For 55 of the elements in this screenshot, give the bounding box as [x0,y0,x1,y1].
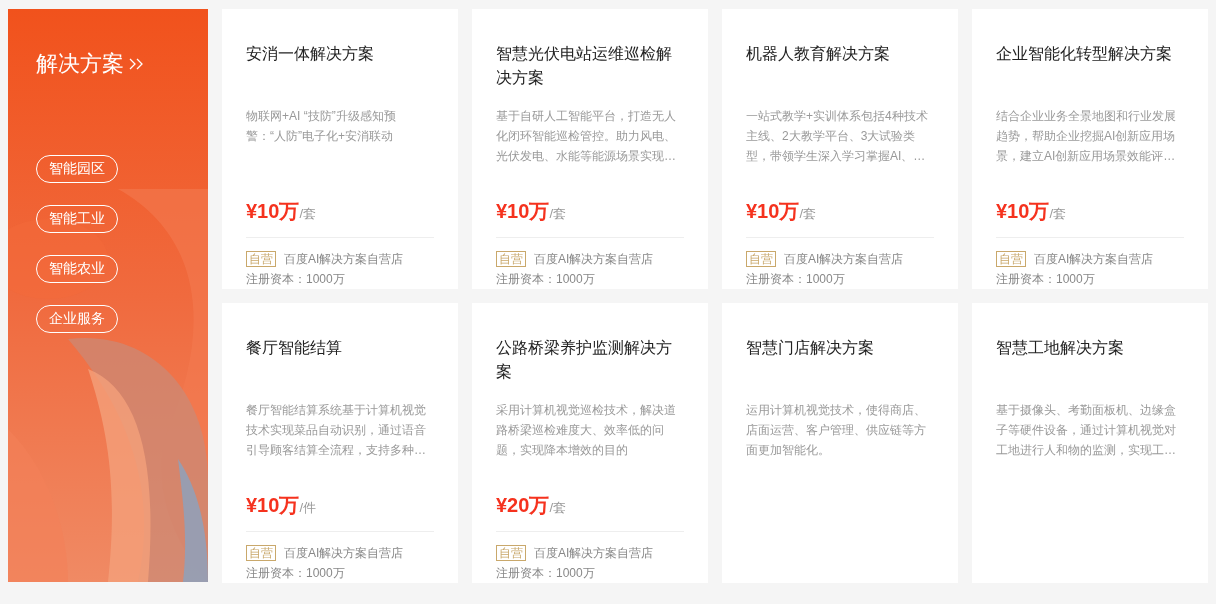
price-unit: /套 [549,500,566,517]
shop-name: 百度AI解决方案自营店 [1034,251,1154,268]
price: ¥10万 [996,199,1050,224]
self-operated-badge: 自营 [496,251,526,267]
card-title: 餐厅智能结算 [246,338,343,358]
self-operated-badge: 自营 [246,545,276,561]
card-description: 基于摄像头、考勤面板机、边缘盒子等硬件设备，通过计算机视觉对工地进行人和物的监测，实现工… [996,402,1177,459]
card-title: 机器人教育解决方案 [746,44,891,64]
price-unit: /套 [799,206,816,223]
price: ¥10万 [496,199,550,224]
chevron-icon [128,58,144,70]
price: ¥10万 [246,199,300,224]
solution-card[interactable]: 智慧门店解决方案 运用计算机视觉技术，使得商店、店面运营、客户管理、供应链等方面更加智能化。 [722,303,958,583]
price: ¥10万 [246,493,300,518]
solution-card[interactable]: 餐厅智能结算 餐厅智能结算系统基于计算机视觉技术实现菜品自动识别，通过语音引导顾客结算全流程，支持多种… ¥10万/件 自营 百度AI解决方案自营店 注册资本：1000万 [222,303,458,583]
self-operated-badge: 自营 [996,251,1026,267]
card-title: 企业智能化转型解决方案 [996,44,1173,64]
card-title: 安消一体解决方案 [246,44,375,64]
registered-capital: 注册资本：1000万 [246,271,346,288]
price-unit: /套 [549,206,566,223]
card-description: 餐厅智能结算系统基于计算机视觉技术实现菜品自动识别，通过语音引导顾客结算全流程，支持多种… [246,402,427,459]
registered-capital: 注册资本：1000万 [996,271,1096,288]
self-operated-badge: 自营 [246,251,276,267]
card-description: 一站式教学+实训体系包括4种技术主线、2大教学平台、3大试验类型，带领学生深入学习掌握AI、… [746,108,929,165]
solution-card[interactable]: 公路桥梁养护监测解决方案 采用计算机视觉巡检技术，解决道路桥梁巡检难度大、效率低的问题，实现降本增效的目的 ¥20万/套 自营 百度AI解决方案自营店 注册资本：1000万 [472,303,708,583]
card-title: 智慧工地解决方案 [996,338,1125,358]
card-description: 物联网+AI “技防”升级感知预警：“人防”电子化+安消联动 [246,108,397,145]
self-operated-badge: 自营 [496,545,526,561]
solution-card[interactable]: 企业智能化转型解决方案 结合企业业务全景地图和行业发展趋势，帮助企业挖掘AI创新应用场景，建立AI创新应用场景效能评… ¥10万/套 自营 百度AI解决方案自营店 注册资本：1000万 [972,9,1208,289]
registered-capital: 注册资本：1000万 [746,271,846,288]
registered-capital: 注册资本：1000万 [246,565,346,582]
registered-capital: 注册资本：1000万 [496,565,596,582]
card-title: 智慧门店解决方案 [746,338,875,358]
price-unit: /套 [299,206,316,223]
card-title: 智慧光伏电站运维巡检解决方案 [496,44,673,88]
shop-name: 百度AI解决方案自营店 [284,251,404,268]
card-description: 运用计算机视觉技术，使得商店、店面运营、客户管理、供应链等方面更加智能化。 [746,402,927,459]
shop-name: 百度AI解决方案自营店 [284,545,404,562]
card-description: 采用计算机视觉巡检技术，解决道路桥梁巡检难度大、效率低的问题，实现降本增效的目的 [496,402,677,459]
price-unit: /件 [299,500,316,517]
solution-card[interactable]: 智慧光伏电站运维巡检解决方案 基于自研人工智能平台，打造无人化闭环智能巡检管控。助力风电、光伏发电、水能等能源场景实现… ¥10万/套 自营 百度AI解决方案自营店 注册资本：1000万 [472,9,708,289]
price: ¥20万 [496,493,550,518]
price-unit: /套 [1049,206,1066,223]
card-title: 公路桥梁养护监测解决方案 [496,338,673,382]
solution-card[interactable]: 机器人教育解决方案 一站式教学+实训体系包括4种技术主线、2大教学平台、3大试验类型，带领学生深入学习掌握AI、… ¥10万/套 自营 百度AI解决方案自营店 注册资本：1000万 [722,9,958,289]
shop-name: 百度AI解决方案自营店 [534,545,654,562]
card-description: 结合企业业务全景地图和行业发展趋势，帮助企业挖掘AI创新应用场景，建立AI创新应用场景效能评… [996,108,1177,165]
shop-name: 百度AI解决方案自营店 [534,251,654,268]
price: ¥10万 [746,199,800,224]
self-operated-badge: 自营 [746,251,776,267]
solution-card[interactable]: 安消一体解决方案 物联网+AI “技防”升级感知预警：“人防”电子化+安消联动 ¥10万/套 自营 百度AI解决方案自营店 注册资本：1000万 [222,9,458,289]
shop-name: 百度AI解决方案自营店 [784,251,904,268]
solution-card[interactable]: 智慧工地解决方案 基于摄像头、考勤面板机、边缘盒子等硬件设备，通过计算机视觉对工地进行人和物的监测，实现工… [972,303,1208,583]
card-description: 基于自研人工智能平台，打造无人化闭环智能巡检管控。助力风电、光伏发电、水能等能源场景实现… [496,108,677,165]
registered-capital: 注册资本：1000万 [496,271,596,288]
